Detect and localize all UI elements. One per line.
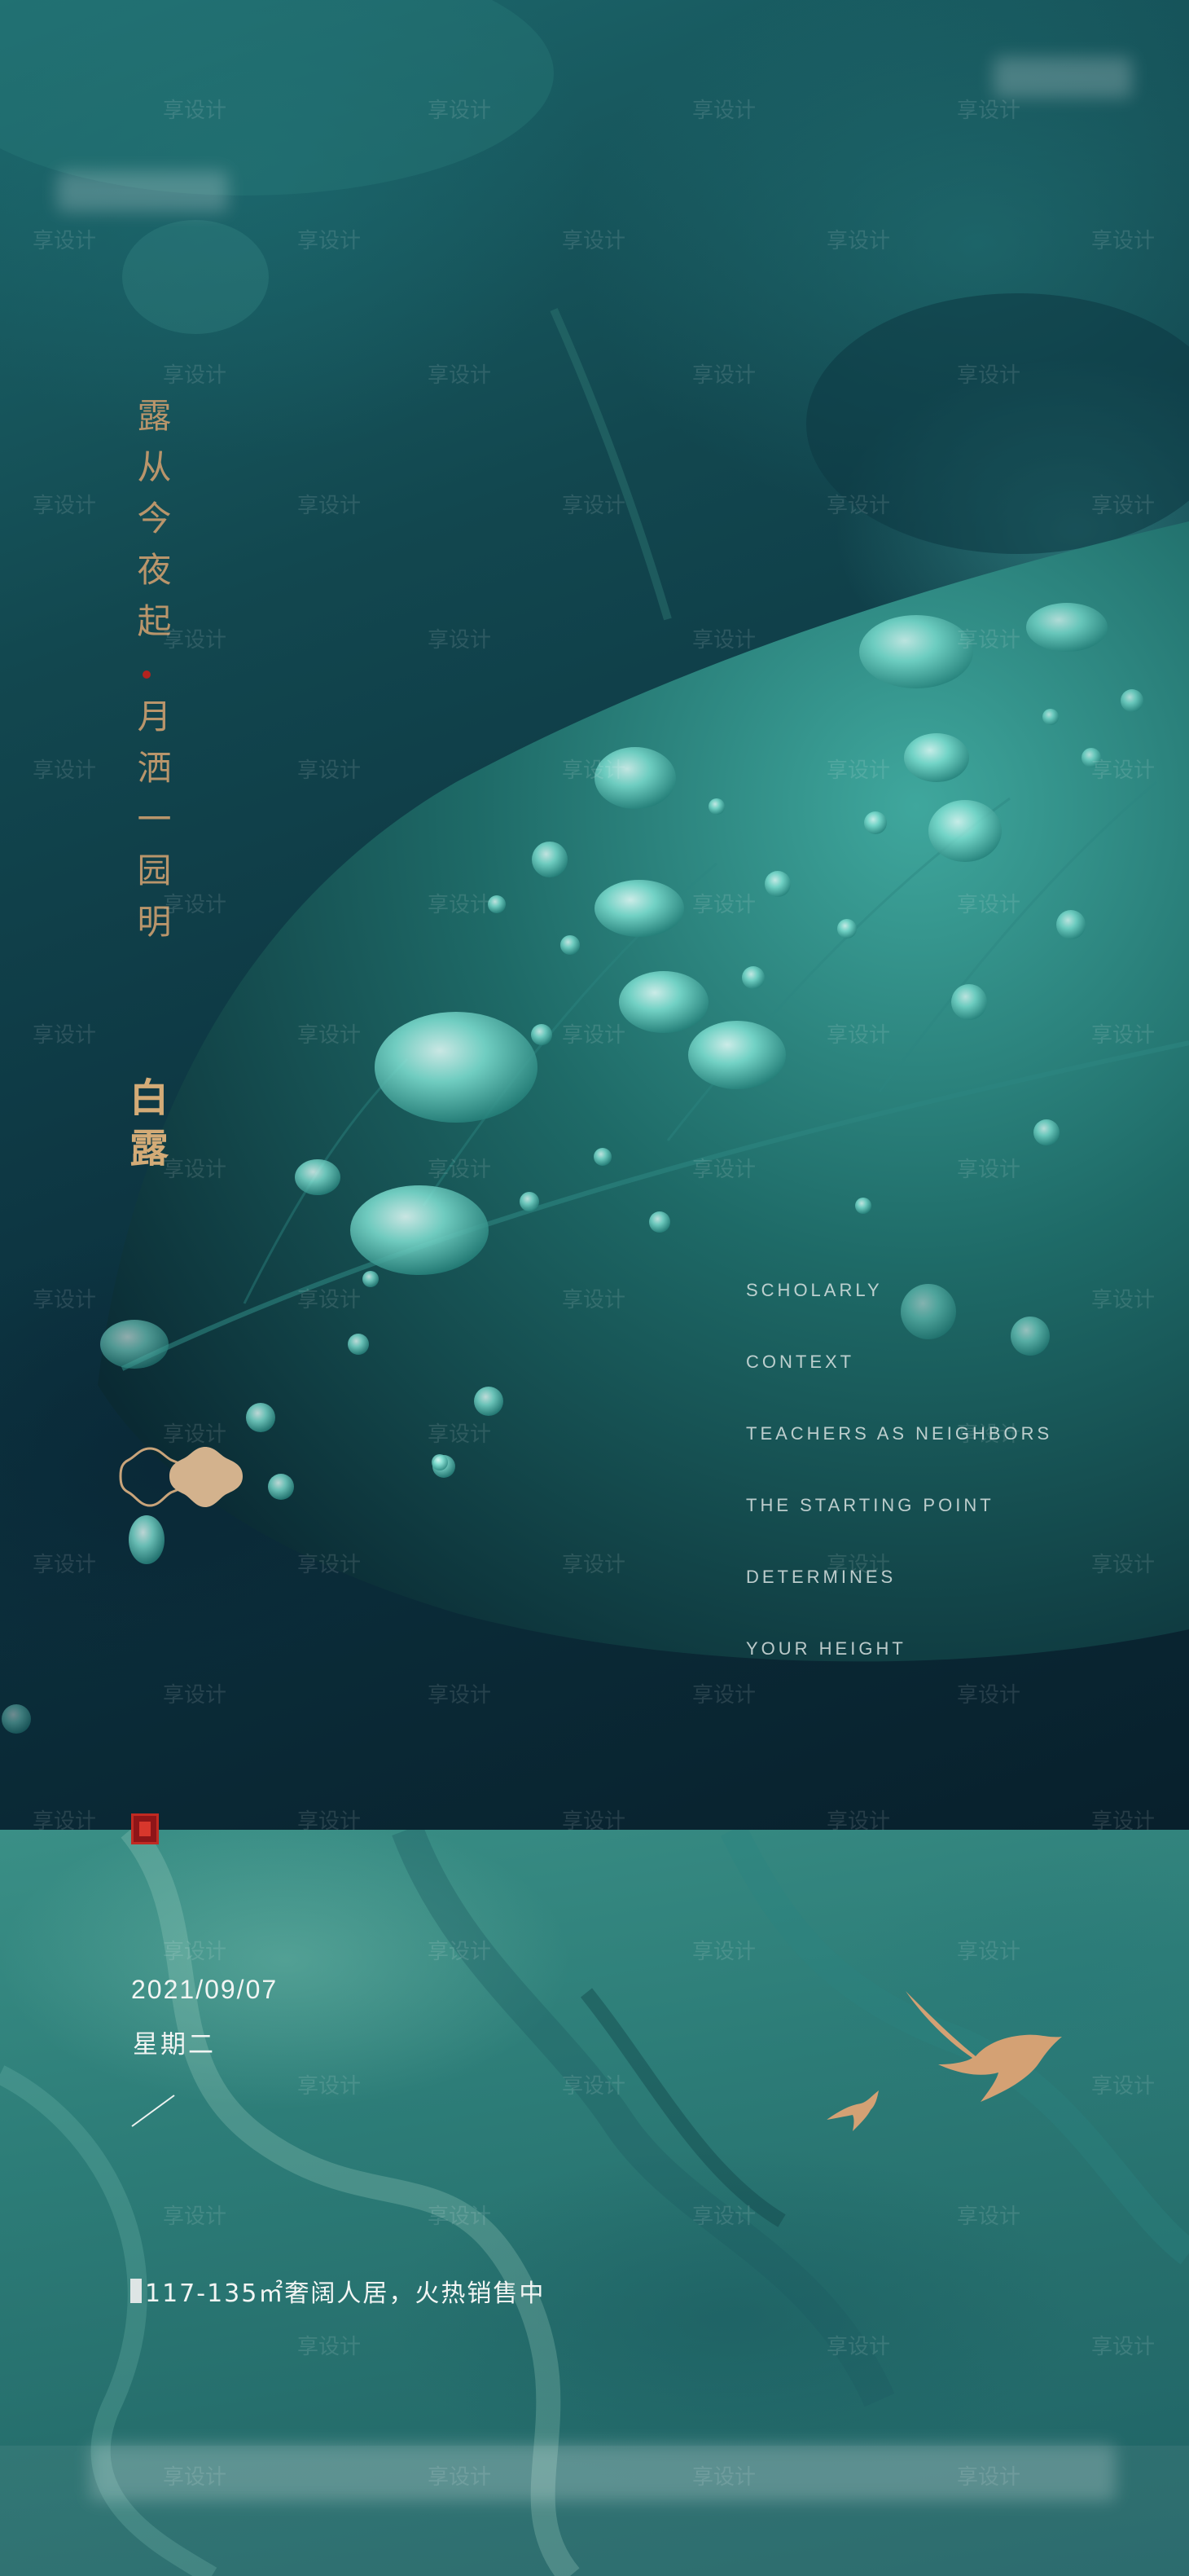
sales-info: 117-135㎡奢阔人居，火热销售中 <box>130 2273 545 2309</box>
date-text: 2021/09/07 <box>131 1975 279 2004</box>
solar-term-title: 白露 <box>122 1077 168 1178</box>
vertical-poem: 露从今夜起 月洒一园明 <box>126 398 172 955</box>
slogan-line: SCHOLARLY <box>746 1280 883 1300</box>
swallow-icon <box>906 1991 1062 2102</box>
blurred-logo-top-left <box>57 171 228 212</box>
slogan-line: YOUR HEIGHT <box>746 1638 906 1659</box>
slogan-line: THE STARTING POINT <box>746 1495 994 1515</box>
weekday-text: 星期二 <box>133 2030 216 2059</box>
poster: 露从今夜起 月洒一园明 白露 SCHOLARLY CONTEXT TEACHER… <box>0 0 1189 2576</box>
small-swallow-icon <box>827 2090 879 2131</box>
red-seal-icon <box>131 1813 159 1844</box>
slogan-line: DETERMINES <box>746 1567 897 1587</box>
blurred-mark <box>130 2279 142 2303</box>
slash-divider <box>131 2095 175 2127</box>
red-dot-divider <box>143 670 151 679</box>
sales-info-text: 117-135㎡奢阔人居，火热销售中 <box>145 2279 546 2308</box>
poem-line-1: 露从今夜起 <box>132 398 172 654</box>
blurred-logo-top-right <box>994 57 1132 98</box>
english-slogan: SCHOLARLY CONTEXT TEACHERS AS NEIGHBORS … <box>746 1281 1052 1711</box>
slogan-line: TEACHERS AS NEIGHBORS <box>746 1423 1053 1444</box>
slogan-line: CONTEXT <box>746 1352 855 1372</box>
cloud-emblem-icon <box>119 1447 243 1507</box>
poem-line-2: 月洒一园明 <box>132 698 172 955</box>
blurred-footer-info <box>90 2444 1116 2501</box>
